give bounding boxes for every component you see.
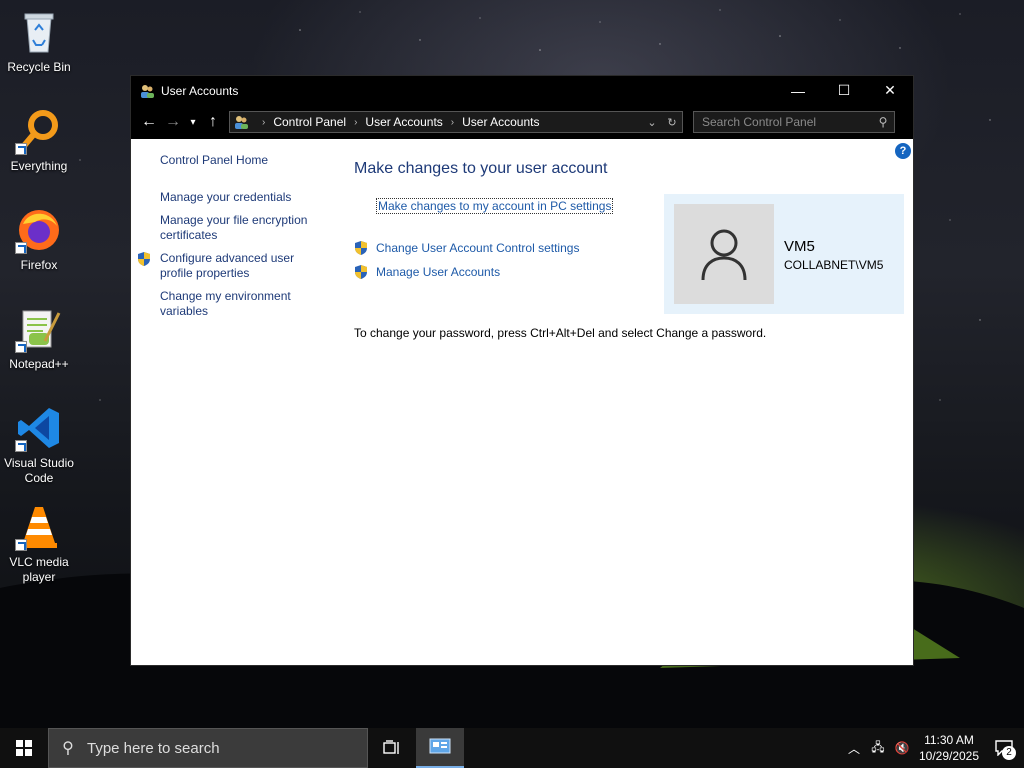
- taskbar-search-placeholder: Type here to search: [87, 739, 220, 757]
- search-icon[interactable]: ⚲: [872, 115, 894, 129]
- system-tray: ︿ 🖧 🔇 11:30 AM 10/29/2025 2: [842, 728, 1024, 768]
- clock-time: 11:30 AM: [924, 733, 974, 747]
- shortcut-arrow-icon: [15, 242, 27, 254]
- notifications-button[interactable]: 2: [984, 728, 1024, 768]
- user-silhouette-icon: [701, 229, 747, 281]
- desktop-icon-label: Firefox: [20, 258, 58, 272]
- desktop-icon-label: VLC media player: [9, 555, 69, 584]
- desktop-icon-label: Recycle Bin: [7, 60, 71, 74]
- chevron-up-icon[interactable]: ︿: [842, 740, 866, 757]
- uac-shield-icon: [355, 265, 367, 279]
- file-encryption-certificates-link[interactable]: Manage your file encryption certificates: [131, 213, 321, 243]
- minimize-button[interactable]: —: [775, 76, 821, 105]
- chevron-right-icon[interactable]: ›: [354, 117, 357, 128]
- help-icon[interactable]: ?: [895, 143, 911, 159]
- chevron-right-icon: ›: [262, 116, 266, 128]
- refresh-icon[interactable]: ↻: [662, 116, 682, 129]
- content-area: ? Control Panel Home Manage your credent…: [131, 139, 913, 665]
- maximize-button[interactable]: ☐: [821, 76, 867, 105]
- control-panel-icon: [429, 738, 451, 754]
- desktop-icon-vlc[interactable]: VLC media player: [0, 503, 78, 585]
- avatar: [674, 204, 774, 304]
- address-bar: ← → ▾ ↑ › Control Panel › User Accounts …: [131, 105, 913, 139]
- left-nav: Control Panel Home Manage your credentia…: [131, 153, 321, 327]
- breadcrumb-control-panel[interactable]: Control Panel: [273, 115, 346, 129]
- network-icon[interactable]: 🖧: [866, 738, 890, 759]
- shortcut-arrow-icon: [15, 143, 27, 155]
- taskbar-user-accounts-app[interactable]: [416, 728, 464, 768]
- chevron-right-icon[interactable]: ›: [451, 117, 454, 128]
- desktop-icon-everything[interactable]: Everything: [0, 107, 78, 174]
- address-field[interactable]: › Control Panel › User Accounts › User A…: [229, 111, 683, 133]
- shortcut-arrow-icon: [15, 539, 27, 551]
- chevron-down-icon: ▾: [190, 116, 196, 128]
- uac-settings-link[interactable]: Change User Account Control settings: [376, 241, 579, 255]
- advanced-profile-properties-link[interactable]: Configure advanced user profile properti…: [131, 251, 321, 281]
- desktop-icon-notepad-plus-plus[interactable]: Notepad++: [0, 305, 78, 372]
- recent-locations-button[interactable]: ▾: [185, 110, 201, 134]
- clock-date: 10/29/2025: [918, 749, 980, 763]
- user-accounts-icon: [141, 84, 154, 98]
- uac-shield-icon: [355, 241, 367, 255]
- control-panel-home-link[interactable]: Control Panel Home: [131, 153, 321, 168]
- window-title: User Accounts: [161, 83, 239, 98]
- clock[interactable]: 11:30 AM 10/29/2025: [914, 732, 984, 764]
- recycle-bin-icon: [24, 13, 54, 53]
- address-dropdown-icon[interactable]: ⌄: [642, 116, 662, 129]
- manage-user-accounts-link[interactable]: Manage User Accounts: [376, 265, 500, 279]
- search-box: ⚲: [693, 111, 895, 133]
- user-card: VM5 COLLABNET\VM5: [664, 194, 904, 314]
- shortcut-arrow-icon: [15, 341, 27, 353]
- arrow-up-icon: ↑: [209, 113, 217, 130]
- user-domain: COLLABNET\VM5: [784, 258, 884, 272]
- shortcut-arrow-icon: [15, 440, 27, 452]
- search-input[interactable]: [694, 115, 872, 129]
- breadcrumb-user-accounts[interactable]: User Accounts: [365, 115, 442, 129]
- uac-shield-icon: [138, 252, 150, 266]
- breadcrumb-user-accounts-current[interactable]: User Accounts: [462, 115, 539, 129]
- desktop-icon-recycle-bin[interactable]: Recycle Bin: [0, 8, 78, 75]
- title-bar[interactable]: User Accounts — ☐ ✕: [131, 76, 913, 105]
- user-accounts-window: User Accounts — ☐ ✕ ← → ▾ ↑ › Control Pa…: [130, 75, 914, 666]
- page-title: Make changes to your user account: [354, 160, 608, 177]
- user-accounts-icon: [235, 116, 248, 129]
- advanced-profile-item: Configure advanced user profile properti…: [131, 251, 321, 281]
- start-button[interactable]: [0, 728, 48, 768]
- arrow-left-icon: ←: [141, 113, 157, 130]
- desktop-icon-firefox[interactable]: Firefox: [0, 206, 78, 273]
- desktop-icon-label: Notepad++: [9, 357, 69, 371]
- windows-logo-icon: [16, 740, 32, 756]
- volume-muted-icon[interactable]: 🔇: [890, 741, 914, 755]
- notification-count-badge: 2: [1002, 746, 1016, 760]
- pc-settings-link[interactable]: Make changes to my account in PC setting…: [376, 198, 614, 214]
- taskbar: ⚲ Type here to search ︿ 🖧 🔇 11:30 AM 10/…: [0, 728, 1024, 768]
- user-name: VM5: [784, 238, 815, 255]
- arrow-right-icon: →: [165, 113, 181, 130]
- task-view-icon: [383, 740, 399, 754]
- up-button[interactable]: ↑: [201, 110, 225, 134]
- environment-variables-link[interactable]: Change my environment variables: [131, 289, 321, 319]
- close-button[interactable]: ✕: [867, 76, 913, 105]
- taskbar-search-box[interactable]: ⚲ Type here to search: [48, 728, 368, 768]
- password-note: To change your password, press Ctrl+Alt+…: [354, 326, 767, 340]
- desktop-icon-label: Visual Studio Code: [4, 456, 74, 485]
- task-view-button[interactable]: [368, 728, 416, 768]
- back-button[interactable]: ←: [137, 110, 161, 134]
- manage-credentials-link[interactable]: Manage your credentials: [131, 190, 321, 205]
- search-icon: ⚲: [62, 740, 74, 757]
- forward-button[interactable]: →: [161, 110, 185, 134]
- desktop-icon-vscode[interactable]: Visual Studio Code: [0, 404, 78, 486]
- desktop-icon-label: Everything: [10, 159, 68, 173]
